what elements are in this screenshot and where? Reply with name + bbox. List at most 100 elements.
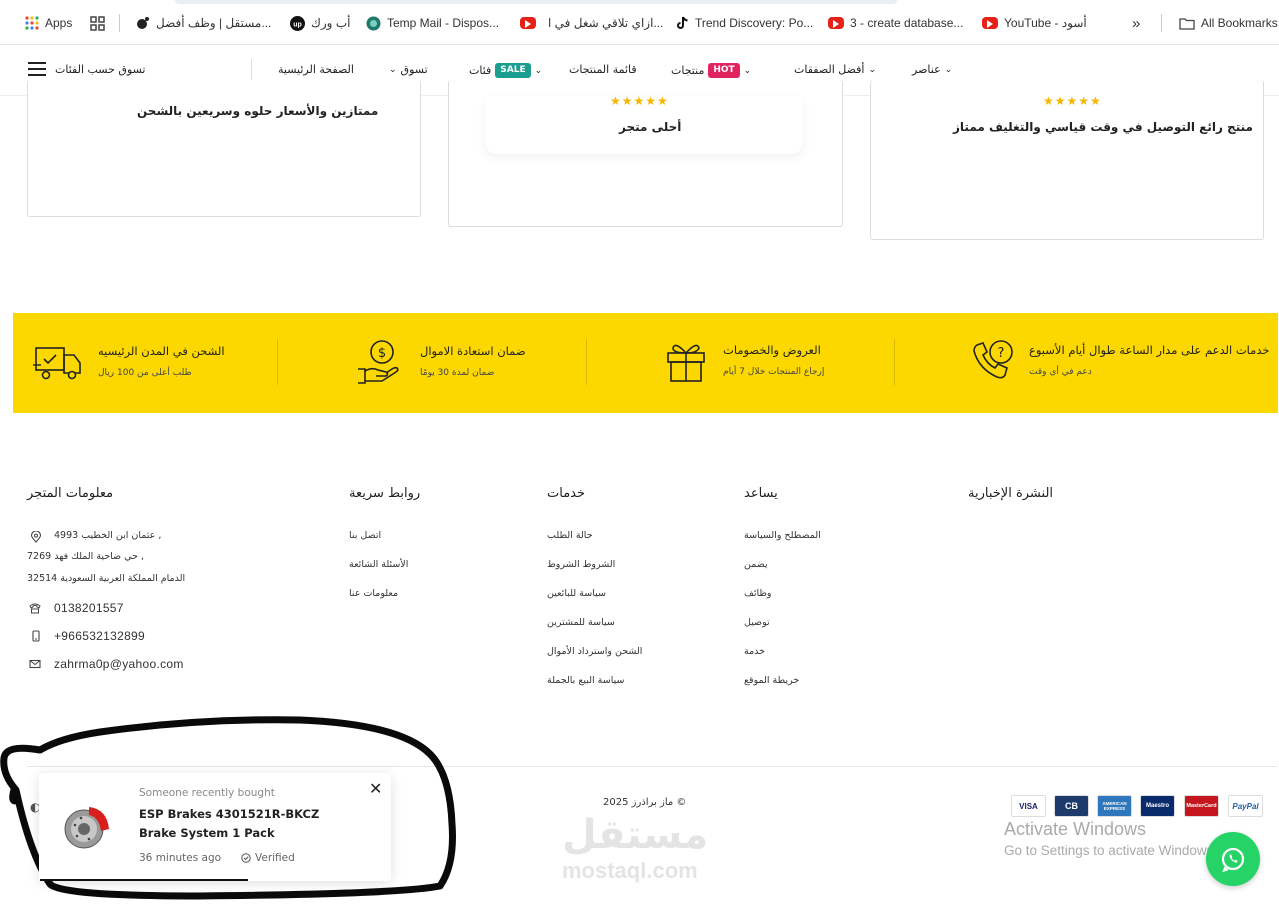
payment-label: CB (1065, 801, 1078, 811)
copyright-text: ماز براذرز 2025 © (603, 797, 687, 808)
payment-label: PayPal (1232, 801, 1259, 811)
feature-subtitle: إرجاع المنتجات خلال 7 أيام (723, 367, 825, 377)
youtube-icon (520, 17, 536, 29)
footer-link[interactable]: توصيل (744, 617, 770, 628)
bookmarks-bar: Apps مستقل | وظف أفضل... up أب ورك Temp … (0, 0, 1279, 45)
envelope-icon (29, 659, 41, 669)
address-line: الدمام المملكة العربية السعودية 32514 (27, 573, 186, 584)
bookmark-youtube-2[interactable]: 3 - create database... (828, 14, 963, 32)
all-bookmarks-button[interactable]: All Bookmarks (1179, 14, 1278, 32)
nav-best-deals[interactable]: أفضل الصفقات ⌄ (794, 63, 876, 76)
bookmark-tiktok[interactable]: Trend Discovery: Po... (676, 14, 813, 32)
payment-label: MasterCard (1186, 803, 1217, 809)
bookmark-label: Trend Discovery: Po... (695, 16, 814, 30)
footer-link[interactable]: سياسة البيع بالجملة (547, 675, 624, 686)
nav-label: الصفحة الرئيسية (278, 63, 354, 76)
mastercard-card-icon: MasterCard (1184, 795, 1219, 817)
nav-categories-sale[interactable]: فئات SALE ⌄ (469, 63, 542, 78)
nav-home[interactable]: الصفحة الرئيسية (278, 63, 354, 76)
footer-column-title: يساعد (744, 486, 778, 501)
popup-product-link[interactable]: ESP Brakes 4301521R-BKCZ Brake System 1 … (139, 805, 359, 843)
location-pin-icon (30, 531, 42, 543)
review-card: ممتازين والأسعار حلوه وسريعين بالشحن (27, 80, 421, 217)
nav-label: قائمة المنتجات (569, 63, 637, 76)
footer-column-title: خدمات (547, 486, 586, 501)
nav-product-list[interactable]: قائمة المنتجات (569, 63, 637, 76)
bookmark-label: Apps (45, 16, 73, 30)
chevron-down-icon: ⌄ (868, 64, 877, 75)
tab-grid-icon (90, 15, 105, 31)
bookmark-label: 3 - create database... (850, 16, 964, 30)
bookmark-label: YouTube - أسود (1004, 16, 1087, 30)
whatsapp-icon (1221, 847, 1245, 873)
nav-categories[interactable]: تسوق حسب الفئات (55, 63, 146, 76)
bookmarks-separator (1161, 14, 1162, 32)
bookmark-mostaql[interactable]: مستقل | وظف أفضل... (136, 14, 271, 32)
address-bar-edge (175, 0, 897, 4)
footer-link[interactable]: الأسئلة الشائعة (349, 559, 408, 570)
bookmark-upwork[interactable]: up أب ورك (290, 14, 350, 32)
money-hand-icon: $ (358, 340, 399, 384)
footer-link[interactable]: المصطلح والسياسة (744, 530, 821, 541)
bookmark-tempmail[interactable]: Temp Mail - Dispos... (366, 14, 499, 32)
phone-link[interactable]: 0138201557 (54, 601, 124, 615)
telephone-icon (29, 603, 41, 614)
popup-kicker: Someone recently bought (139, 787, 275, 799)
review-card: ★★★★★ منتج رائع التوصيل في وقت قياسي وال… (870, 80, 1264, 240)
bookmark-tab-grid[interactable] (90, 14, 105, 32)
nav-shop[interactable]: ⌄ تسوق (389, 63, 428, 76)
footer-link[interactable]: خدمة (744, 646, 765, 657)
nav-label: عناصر (912, 63, 941, 76)
feature-subtitle: طلب أعلى من 100 ريال (98, 368, 192, 378)
bookmark-label: Temp Mail - Dispos... (387, 16, 500, 30)
footer-link[interactable]: معلومات عنا (349, 588, 398, 599)
nav-label: فئات (469, 64, 492, 77)
footer-link[interactable]: سياسة للبائعين (547, 588, 606, 599)
feature-divider (277, 339, 278, 385)
bookmark-youtube-3[interactable]: YouTube - أسود (982, 14, 1087, 32)
gift-icon (667, 344, 705, 382)
verified-indicator: Verified (241, 852, 295, 864)
nav-products[interactable]: منتجات HOT ⌄ (671, 63, 751, 78)
support-phone-icon: ? (973, 340, 1013, 379)
footer-column-title: معلومات المتجر (27, 486, 114, 501)
sale-badge: SALE (495, 63, 531, 78)
bookmark-apps[interactable]: Apps (25, 14, 72, 32)
feature-divider (586, 339, 587, 385)
payment-label: VISA (1019, 801, 1038, 811)
footer-link[interactable]: يضمن (744, 559, 768, 570)
whatsapp-button[interactable] (1206, 832, 1260, 886)
address-line: عثمان ابن الخطيب 4993 , (54, 530, 162, 541)
footer-link[interactable]: الشحن واسترداد الأموال (547, 646, 642, 657)
mobile-link[interactable]: +966532132899 (54, 629, 145, 643)
watermark-url: mostaql.com (562, 858, 698, 883)
mostaql-icon (137, 17, 149, 29)
rating-stars: ★★★★★ (1043, 94, 1102, 108)
mobile-phone-icon (32, 630, 40, 642)
feature-divider (894, 339, 895, 385)
payment-label: AMERICAN EXPRESS (1102, 801, 1127, 811)
menu-icon[interactable] (28, 62, 46, 76)
hot-badge: HOT (708, 63, 740, 78)
footer-link[interactable]: الشروط الشروط (547, 559, 615, 570)
review-text: منتج رائع التوصيل في وقت قياسي والتغليف … (953, 120, 1253, 134)
footer-link[interactable]: خريطة الموقع (744, 675, 799, 686)
footer-link[interactable]: حالة الطلب (547, 530, 593, 541)
email-link[interactable]: zahrma0p@yahoo.com (54, 657, 184, 671)
bookmark-youtube-1[interactable]: ازاي تلاقي شغل في ا... (520, 14, 663, 32)
chevron-down-icon: ⌄ (389, 64, 397, 75)
address-line: حي ضاحية الملك فهد 7269 , (27, 551, 144, 562)
nav-elements[interactable]: عناصر ⌄ (912, 63, 952, 76)
footer-link[interactable]: سياسة للمشترين (547, 617, 615, 628)
bookmark-label: All Bookmarks (1201, 16, 1278, 30)
close-icon[interactable]: ✕ (369, 779, 382, 798)
activate-windows-hint: Go to Settings to activate Windows. (1004, 843, 1218, 858)
popup-progress-bar (40, 879, 248, 881)
visa-card-icon: VISA (1011, 795, 1046, 817)
feature-title: العروض والخصومات (723, 343, 821, 357)
chevron-down-icon: ⌄ (534, 65, 543, 76)
footer-link[interactable]: وظائف (744, 588, 772, 599)
bookmark-label: أب ورك (311, 16, 351, 30)
footer-link[interactable]: اتصل بنا (349, 530, 381, 541)
more-bookmarks-button[interactable]: » (1132, 14, 1140, 32)
